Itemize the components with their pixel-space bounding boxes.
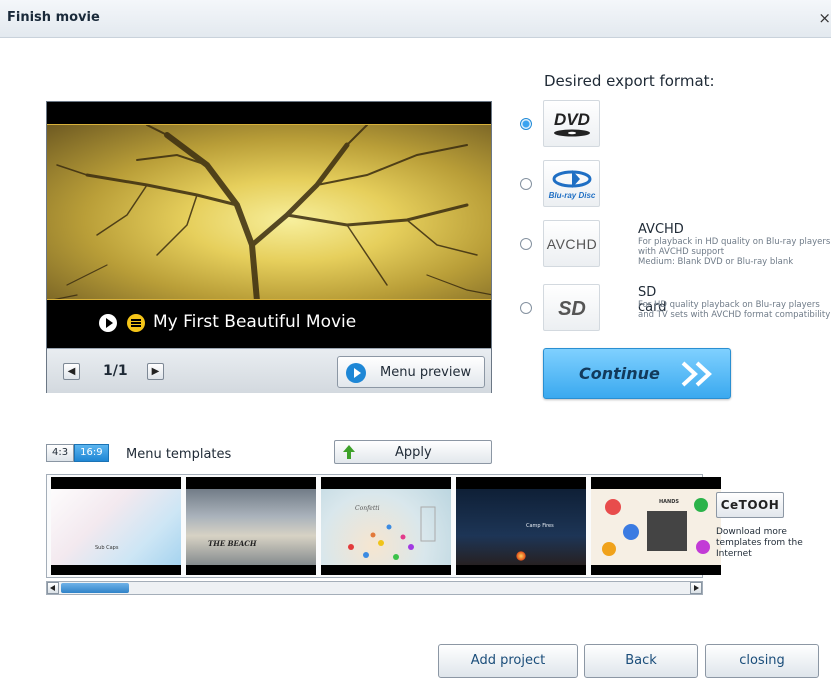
- preview-top-band: [47, 102, 491, 124]
- svg-text:AVCHD: AVCHD: [546, 236, 596, 252]
- radio-dvd[interactable]: [520, 118, 532, 130]
- tree-silhouette-image: [53, 125, 491, 299]
- page-indicator: 1/1: [103, 363, 128, 379]
- svg-text:SD: SD: [558, 298, 586, 320]
- aspect-ratio-toggle: 4:3 16:9: [46, 444, 109, 462]
- radio-avchd[interactable]: [520, 238, 532, 250]
- radio-bluray[interactable]: [520, 178, 532, 190]
- preview-image: [47, 124, 491, 300]
- template-thumbnail[interactable]: Camp Fires: [456, 477, 586, 575]
- svg-text:Blu-ray Disc: Blu-ray Disc: [548, 191, 595, 200]
- menu-preview-button[interactable]: Menu preview: [337, 356, 485, 388]
- sdcard-description: For HD quality playback on Blu-ray playe…: [638, 300, 831, 320]
- continue-label: Continue: [579, 364, 660, 383]
- scroll-left-icon[interactable]: [47, 582, 59, 594]
- movie-preview: My First Beautiful Movie ◀ 1/1 ▶ Menu pr…: [46, 101, 492, 393]
- play-icon: [99, 314, 117, 332]
- avchd-description: For playback in HD quality on Blu-ray pl…: [638, 237, 831, 267]
- menu-bullet-icon: [127, 314, 145, 332]
- play-circle-icon: [346, 363, 366, 383]
- avchd-logo-icon: AVCHD: [543, 220, 600, 267]
- svg-text:DVD: DVD: [554, 110, 590, 129]
- menu-templates-label: Menu templates: [126, 447, 232, 462]
- closing-button[interactable]: closing: [705, 644, 819, 678]
- dvd-logo-icon: DVD: [543, 100, 600, 147]
- ratio-4-3-button[interactable]: 4:3: [46, 444, 75, 462]
- apply-button[interactable]: Apply: [334, 440, 492, 464]
- template-strip: Sub Caps THE BEACH Confetti Camp Fires H…: [46, 474, 721, 578]
- continue-button[interactable]: Continue: [543, 348, 731, 399]
- cetooh-button[interactable]: CeTOOH: [716, 492, 784, 518]
- radio-sdcard[interactable]: [520, 302, 532, 314]
- movie-title: My First Beautiful Movie: [153, 312, 357, 332]
- menu-preview-label: Menu preview: [380, 365, 472, 380]
- add-project-button[interactable]: Add project: [438, 644, 578, 678]
- arrow-right-icon[interactable]: ▶: [147, 363, 164, 380]
- bluray-logo-icon: Blu-ray Disc: [543, 160, 600, 207]
- ratio-16-9-button[interactable]: 16:9: [74, 444, 109, 462]
- template-thumbnail[interactable]: HANDS: [591, 477, 721, 575]
- template-thumbnail[interactable]: Confetti: [321, 477, 451, 575]
- back-button[interactable]: Back: [584, 644, 698, 678]
- window-title: Finish movie: [7, 10, 100, 25]
- scrollbar-thumb[interactable]: [61, 583, 129, 593]
- preview-menu-line: My First Beautiful Movie: [47, 302, 491, 348]
- apply-label: Apply: [395, 445, 432, 460]
- scroll-right-icon[interactable]: [690, 582, 702, 594]
- template-scrollbar[interactable]: [46, 581, 703, 595]
- arrow-up-icon: [343, 445, 355, 459]
- preview-nav-bar: ◀ 1/1 ▶ Menu preview: [47, 348, 491, 393]
- title-bar: Finish movie ×: [0, 0, 831, 38]
- export-format-title: Desired export format:: [544, 72, 715, 90]
- arrow-left-icon[interactable]: ◀: [63, 363, 80, 380]
- sd-logo-icon: SD: [543, 284, 600, 331]
- close-icon[interactable]: ×: [818, 9, 831, 27]
- template-thumbnail[interactable]: Sub Caps: [51, 477, 181, 575]
- avchd-name: AVCHD: [638, 222, 684, 237]
- double-chevron-right-icon: [681, 361, 712, 387]
- download-templates-text: Download more templates from the Interne…: [716, 527, 803, 559]
- template-thumbnail[interactable]: THE BEACH: [186, 477, 316, 575]
